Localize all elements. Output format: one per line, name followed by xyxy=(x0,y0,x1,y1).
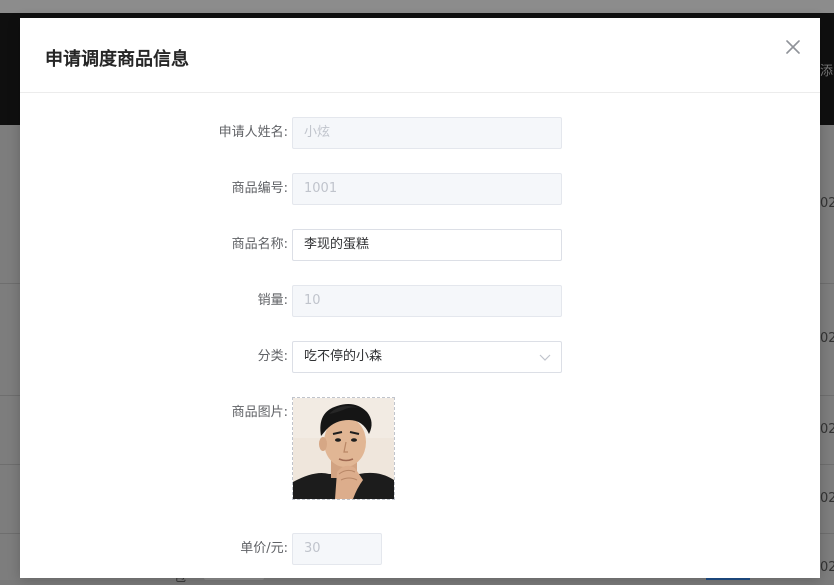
background-header-tab: 添 xyxy=(820,64,834,79)
background-date-cell: 02 xyxy=(820,331,834,346)
product-id-label: 商品编号: xyxy=(231,181,288,196)
form-item-product-name: 商品名称: 李现的蛋糕 xyxy=(20,229,820,261)
category-select[interactable]: 吃不停的小森 xyxy=(292,341,562,373)
category-label: 分类: xyxy=(257,349,288,364)
background-date-cell: 02 xyxy=(820,422,834,437)
form-item-product-id: 商品编号: 1001 xyxy=(20,173,820,205)
product-id-input[interactable]: 1001 xyxy=(292,173,562,205)
form-item-sales: 销量: 10 xyxy=(20,285,820,317)
unit-price-label: 单价/元: xyxy=(240,541,288,556)
dialog-header-divider xyxy=(20,92,820,93)
background-date-cell: 02 xyxy=(820,491,834,506)
applicant-name-input[interactable]: 小炫 xyxy=(292,117,562,149)
sales-input[interactable]: 10 xyxy=(292,285,562,317)
product-photo xyxy=(293,398,394,499)
background-date-cell: 02 xyxy=(820,560,834,575)
product-name-input[interactable]: 李现的蛋糕 xyxy=(292,229,562,261)
category-selected-value: 吃不停的小森 xyxy=(304,349,383,364)
background-date-cell: 02 xyxy=(820,196,834,211)
chevron-down-icon xyxy=(539,354,551,361)
product-name-label: 商品名称: xyxy=(231,237,288,252)
sales-label: 销量: xyxy=(257,293,288,308)
form-item-unit-price: 单价/元: 30 xyxy=(20,533,820,565)
applicant-label: 申请人姓名: xyxy=(218,125,288,140)
image-uploader[interactable] xyxy=(292,397,395,500)
dialog-title: 申请调度商品信息 xyxy=(45,49,189,70)
unit-price-input[interactable]: 30 xyxy=(292,533,382,565)
image-label: 商品图片: xyxy=(231,405,288,420)
dispatch-request-dialog: 申请调度商品信息 申请人姓名: 小炫 商品编号: 1001 商品名称: 李现的蛋… xyxy=(20,18,820,578)
background-top-bar xyxy=(0,0,834,13)
close-button[interactable] xyxy=(780,34,806,60)
form-item-category: 分类: 吃不停的小森 xyxy=(20,341,820,373)
close-icon xyxy=(786,40,800,54)
form-item-image: 商品图片: xyxy=(20,397,820,501)
form-item-applicant: 申请人姓名: 小炫 xyxy=(20,117,820,149)
